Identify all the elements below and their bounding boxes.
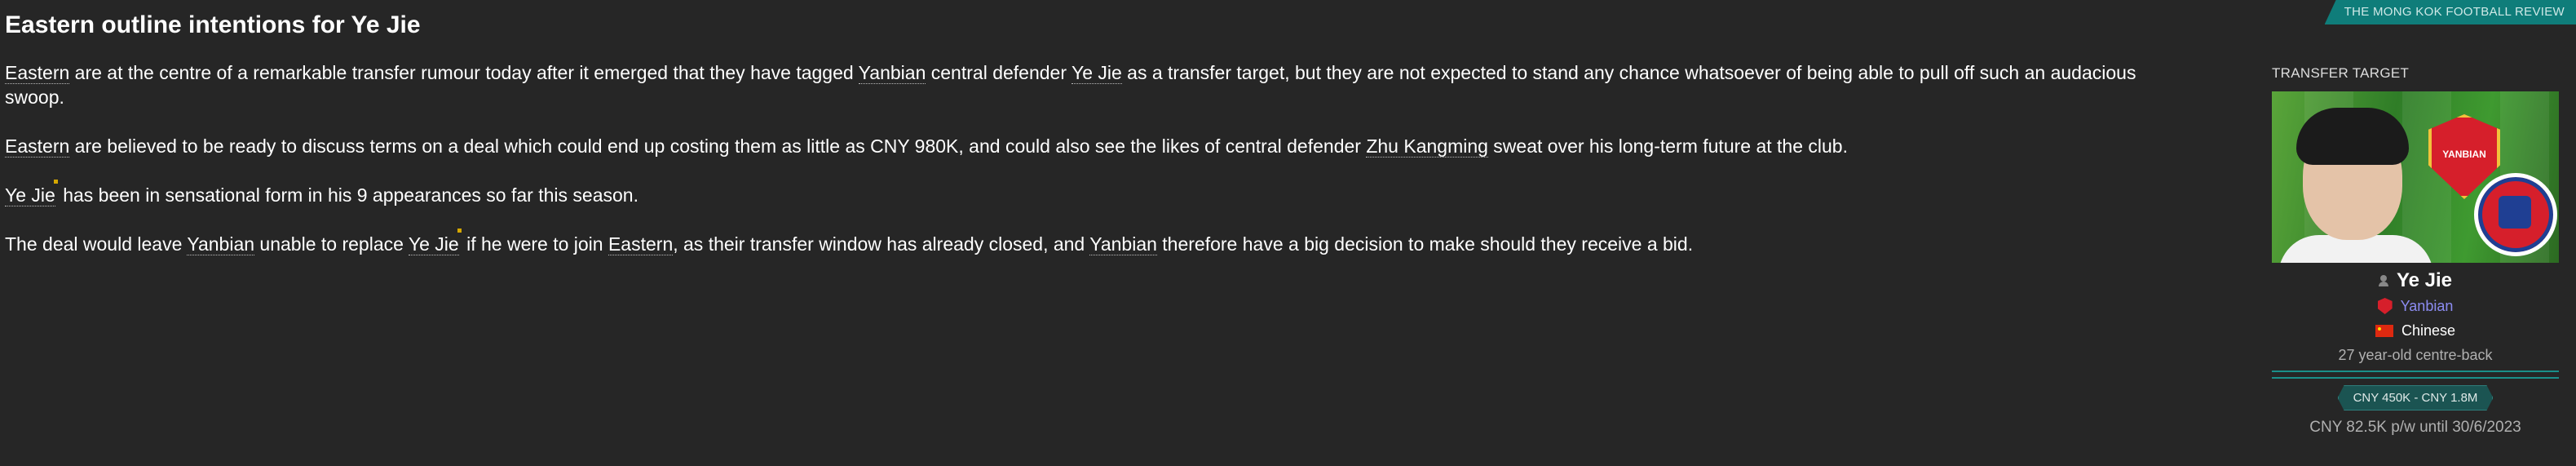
value-wrap: CNY 450K - CNY 1.8M <box>2272 385 2559 411</box>
text: therefore have a big decision to make sh… <box>1156 233 1694 255</box>
divider <box>2272 371 2559 379</box>
transfer-value-badge: CNY 450K - CNY 1.8M <box>2338 385 2494 411</box>
text: are believed to be ready to discuss term… <box>69 135 1367 157</box>
text: central defender <box>926 62 1071 83</box>
player-role: 27 year-old centre-back <box>2338 347 2493 363</box>
text: The deal would leave <box>5 233 188 255</box>
player-link-ye-jie[interactable]: Ye Jie <box>1071 62 1122 84</box>
article-body: Eastern are at the centre of a remarkabl… <box>5 60 2174 281</box>
club-link-eastern[interactable]: Eastern <box>608 233 674 255</box>
player-hair <box>2296 108 2409 165</box>
text: if he were to join <box>461 233 608 255</box>
player-link-ye-jie[interactable]: Ye Jie <box>5 184 55 206</box>
contract-info: CNY 82.5K p/w until 30/6/2023 <box>2309 419 2521 436</box>
league-crest-inner <box>2499 196 2531 229</box>
club-badge-icon <box>2377 298 2393 314</box>
text: are at the centre of a remarkable transf… <box>69 62 859 83</box>
article-paragraph-4: The deal would leave Yanbian unable to r… <box>5 229 2174 256</box>
player-name[interactable]: Ye Jie <box>2397 269 2452 292</box>
nationality-row: Chinese <box>2272 318 2559 343</box>
player-link-ye-jie[interactable]: Ye Jie <box>408 233 459 255</box>
club-link[interactable]: Yanbian <box>2401 298 2454 315</box>
person-icon <box>2378 275 2388 286</box>
player-photo[interactable]: YANBIAN <box>2272 91 2559 263</box>
player-flag-icon <box>53 180 58 184</box>
club-link-yanbian[interactable]: Yanbian <box>858 62 926 84</box>
club-link-eastern[interactable]: Eastern <box>5 62 70 84</box>
player-flag-icon <box>457 229 462 233</box>
club-link-eastern[interactable]: Eastern <box>5 135 70 158</box>
player-name-row: Ye Jie <box>2272 268 2559 294</box>
text: has been in sensational form in his 9 ap… <box>57 184 638 206</box>
club-link-yanbian[interactable]: Yanbian <box>1089 233 1157 255</box>
crest-label: YANBIAN <box>2442 149 2486 160</box>
club-link-yanbian[interactable]: Yanbian <box>187 233 255 255</box>
player-link-zhu-kangming[interactable]: Zhu Kangming <box>1366 135 1488 158</box>
china-flag-icon <box>2375 324 2393 337</box>
panel-heading: TRANSFER TARGET <box>2272 65 2410 81</box>
nationality-label[interactable]: Chinese <box>2401 322 2455 340</box>
transfer-target-panel: TRANSFER TARGET YANBIAN Ye Jie Yanbian C… <box>2272 65 2559 437</box>
text: sweat over his long-term future at the c… <box>1487 135 1848 157</box>
article-paragraph-2: Eastern are believed to be ready to disc… <box>5 134 2174 158</box>
text: unable to replace <box>254 233 409 255</box>
text: , as their transfer window has already c… <box>673 233 1090 255</box>
article-paragraph-3: Ye Jie has been in sensational form in h… <box>5 180 2174 207</box>
article-headline: Eastern outline intentions for Ye Jie <box>5 11 421 38</box>
publication-source-tab: THE MONG KOK FOOTBALL REVIEW <box>2324 0 2576 24</box>
club-row: Yanbian <box>2272 294 2559 318</box>
article-paragraph-1: Eastern are at the centre of a remarkabl… <box>5 60 2174 109</box>
